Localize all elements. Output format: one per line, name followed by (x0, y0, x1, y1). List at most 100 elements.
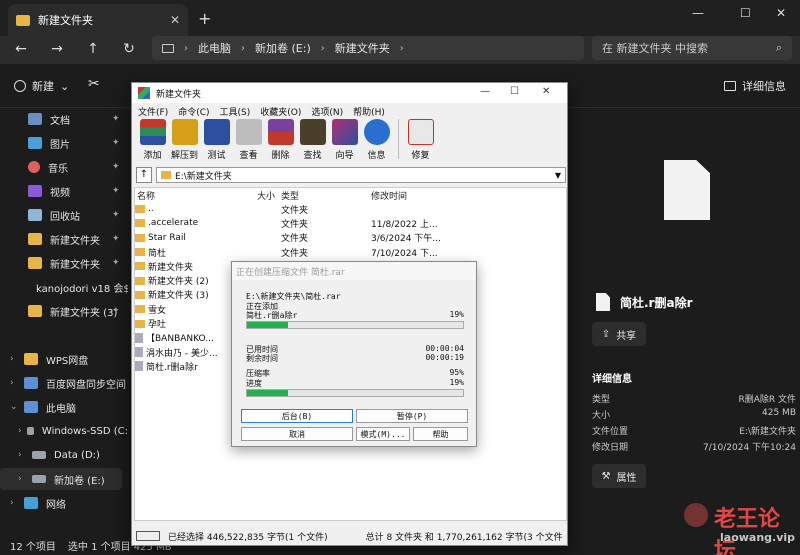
sidebar-item-baidu-sync[interactable]: › 百度网盘同步空间 (0, 372, 128, 394)
breadcrumb-item[interactable]: 此电脑 (198, 40, 231, 56)
chevron-right-icon[interactable]: › (18, 474, 28, 484)
sidebar-item-label: 视频 (50, 187, 70, 199)
file-name: 新建文件夹 (148, 262, 194, 273)
cut-button[interactable]: ✂ (88, 76, 100, 92)
breadcrumb-item[interactable]: 新建文件夹 (335, 40, 390, 56)
breadcrumb-separator: › (241, 42, 245, 54)
add-button[interactable]: 添加 (138, 119, 167, 161)
path-dropdown[interactable]: E:\新建文件夹 ▼ (156, 167, 566, 183)
sidebar-item-folder[interactable]: 新建文件夹 ✦ (0, 228, 128, 250)
address-row: ← → ↑ ↻ › 此电脑 › 新加卷 (E:) › 新建文件夹 › 在 新建文… (0, 36, 800, 64)
menu-favorites[interactable]: 收藏夹(O) (260, 105, 301, 118)
close-tab-icon[interactable]: ✕ (170, 13, 180, 27)
test-button[interactable]: 测试 (202, 119, 231, 161)
view-button[interactable]: 查看 (234, 119, 263, 161)
background-button[interactable]: 后台(B) (241, 409, 353, 423)
sidebar-item-folder[interactable]: 新建文件夹 ✦ (0, 252, 128, 274)
forward-button[interactable]: → (48, 41, 66, 57)
maximize-button[interactable]: ☐ (740, 6, 751, 20)
chevron-right-icon[interactable]: › (18, 450, 28, 460)
details-pane-icon (724, 81, 736, 91)
find-button[interactable]: 查找 (298, 119, 327, 161)
back-button[interactable]: ← (12, 41, 30, 57)
pin-icon: ✦ (112, 210, 120, 220)
menu-file[interactable]: 文件(F) (138, 105, 168, 118)
file-name: 【BANBANKO... (146, 334, 214, 345)
winrar-minimize-button[interactable]: — (480, 86, 490, 97)
pin-icon: ✦ (112, 162, 120, 172)
column-size[interactable]: 大小 (223, 189, 281, 202)
sidebar-item-label: Data (D:) (54, 449, 100, 461)
mode-button[interactable]: 模式(M)... (356, 427, 410, 441)
delete-button[interactable]: 删除 (266, 119, 295, 161)
sidebar-item-documents[interactable]: 文档 ✦ (0, 108, 128, 130)
pin-icon: ✦ (112, 138, 120, 148)
share-button[interactable]: ⇪ 共享 (592, 322, 646, 346)
up-folder-button[interactable]: ↑ (136, 167, 152, 183)
file-modified: 3/6/2024 下午... (371, 234, 441, 245)
explorer-tab[interactable]: 新建文件夹 ✕ (8, 4, 188, 36)
chevron-right-icon[interactable]: › (10, 378, 20, 388)
file-list-row[interactable]: .accelerate 文件夹 11/8/2022 上... (135, 216, 566, 230)
column-name[interactable]: 名称 (135, 189, 223, 202)
winrar-app-icon (138, 87, 150, 99)
column-modified[interactable]: 修改时间 (371, 189, 461, 202)
minimize-button[interactable]: — (692, 6, 704, 20)
share-label: 共享 (616, 330, 637, 342)
sidebar-item-label: 音乐 (48, 163, 68, 175)
chevron-right-icon[interactable]: › (10, 498, 20, 508)
refresh-button[interactable]: ↻ (120, 41, 138, 57)
folder-icon (135, 262, 145, 271)
chevron-right-icon[interactable]: › (10, 354, 20, 364)
search-input[interactable]: 在 新建文件夹 中搜索 ⌕ (592, 36, 792, 60)
extract-to-label: 解压到 (170, 151, 198, 161)
address-bar[interactable]: › 此电脑 › 新加卷 (E:) › 新建文件夹 › (152, 36, 584, 60)
up-button[interactable]: ↑ (84, 41, 102, 57)
column-type[interactable]: 类型 (281, 189, 371, 202)
repair-button[interactable]: 修复 (406, 119, 435, 161)
file-type: 文件夹 (281, 205, 309, 216)
menu-commands[interactable]: 命令(C) (178, 105, 209, 118)
details-pane-button[interactable]: 详细信息 (724, 78, 786, 94)
menu-help[interactable]: 帮助(H) (353, 105, 385, 118)
sidebar-item-folder[interactable]: kanojodori v18 会$ (0, 276, 128, 298)
breadcrumb-item[interactable]: 新加卷 (E:) (255, 40, 311, 56)
sidebar-item-pictures[interactable]: 图片 ✦ (0, 132, 128, 154)
winrar-maximize-button[interactable]: ☐ (510, 86, 519, 97)
details-row: 类型 R删A除R 文件 (592, 392, 796, 405)
sidebar-item-recycle-bin[interactable]: 回收站 ✦ (0, 204, 128, 226)
sidebar-item-network[interactable]: › 网络 (0, 492, 128, 514)
new-button[interactable]: 新建 ⌄ (14, 78, 69, 94)
wizard-button[interactable]: 向导 (330, 119, 359, 161)
menu-options[interactable]: 选项(N) (311, 105, 343, 118)
sidebar-item-folder[interactable]: 新建文件夹 (3) ✦ (0, 300, 128, 322)
close-window-button[interactable]: ✕ (776, 6, 786, 20)
new-tab-button[interactable]: + (198, 9, 211, 28)
file-list-row[interactable]: .. 文件夹 (135, 202, 566, 216)
dropdown-arrow-icon[interactable]: ▼ (555, 171, 561, 180)
progress-dialog-title: 正在创建压缩文件 简杜.rar (232, 262, 476, 280)
info-button[interactable]: 信息 (362, 119, 391, 161)
file-type: 文件夹 (281, 219, 309, 230)
help-button[interactable]: 帮助 (413, 427, 468, 441)
cancel-button[interactable]: 取消 (241, 427, 353, 441)
sidebar-item-wps-drive[interactable]: › WPS网盘 (0, 348, 128, 370)
sidebar-item-label: 回收站 (50, 211, 80, 223)
sidebar-item-drive-e[interactable]: › 新加卷 (E:) (0, 468, 122, 490)
sidebar-item-drive-d[interactable]: › Data (D:) (0, 444, 128, 466)
chevron-down-icon[interactable]: ⌄ (10, 402, 20, 412)
extract-to-button[interactable]: 解压到 (170, 119, 199, 161)
properties-button[interactable]: ⚒ 属性 (592, 464, 646, 488)
pause-button[interactable]: 暂停(P) (356, 409, 468, 423)
sidebar-item-videos[interactable]: 视频 ✦ (0, 180, 128, 202)
extract-folder-icon (171, 119, 198, 145)
sidebar-item-this-pc[interactable]: ⌄ 此电脑 (0, 396, 128, 418)
chevron-right-icon[interactable]: › (18, 426, 23, 436)
file-list-row[interactable]: Star Rail 文件夹 3/6/2024 下午... (135, 231, 566, 245)
winrar-close-button[interactable]: ✕ (542, 86, 550, 97)
sidebar-item-music[interactable]: 音乐 ✦ (0, 156, 128, 178)
sidebar-item-drive-c[interactable]: › Windows-SSD (C: (0, 420, 128, 442)
menu-tools[interactable]: 工具(S) (220, 105, 251, 118)
file-list-row[interactable]: 简杜 文件夹 7/10/2024 下... (135, 245, 566, 259)
remaining-line: 剩余时间 00:00:19 (246, 353, 464, 364)
